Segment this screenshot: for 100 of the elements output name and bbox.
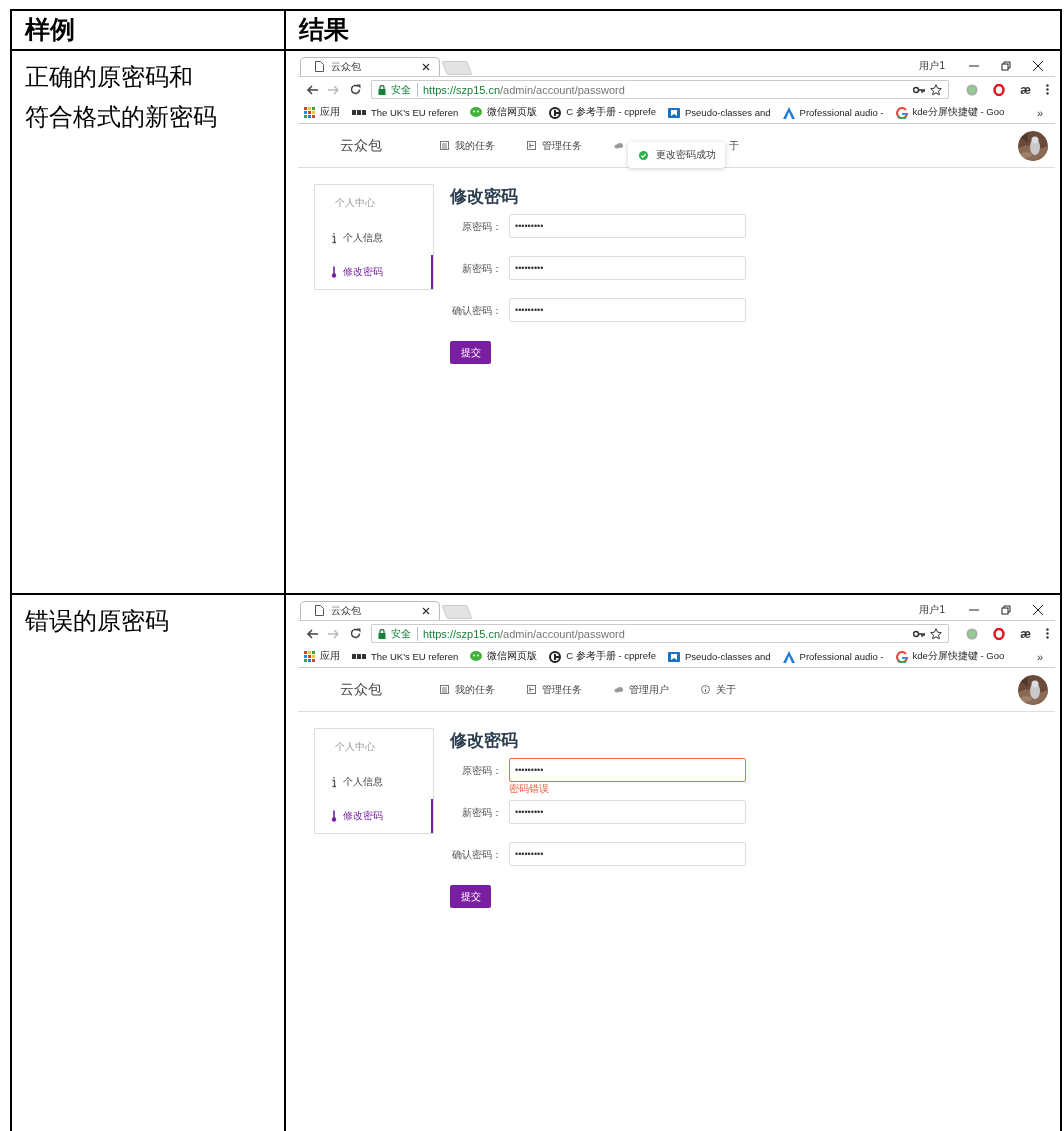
grid-icon[interactable] (527, 685, 536, 694)
bookmark-item[interactable]: C 参考手册 - cpprefe (549, 650, 656, 663)
site-logo[interactable]: 云众包 (340, 680, 440, 699)
sidebar-item[interactable]: 个人信息 (315, 221, 433, 255)
password-field[interactable]: ••••••••• (509, 214, 746, 238)
bookmark-item[interactable]: 应用 (304, 106, 340, 119)
bookmark-item[interactable]: The UK's EU referen (352, 651, 459, 662)
password-field[interactable]: ••••••••• (509, 800, 746, 824)
ring-o-icon[interactable] (993, 627, 1006, 640)
address-bar[interactable]: 安全 https://szp15.cn/admin/account/password (371, 80, 950, 99)
blocks-icon (352, 108, 366, 117)
grid-icon[interactable] (527, 141, 536, 150)
profile-name[interactable]: 用户1 (919, 59, 945, 73)
star-icon[interactable] (930, 83, 943, 96)
bookmark-item[interactable]: 微信网页版 (470, 650, 538, 663)
case-text: 正确的原密码和 符合格式的新密码 (24, 63, 218, 132)
form-title: 修改密码 (450, 186, 519, 208)
reload-icon[interactable] (350, 628, 361, 639)
address-bar[interactable]: 安全 https://szp15.cn/admin/account/password (371, 624, 950, 643)
cloud-icon[interactable] (614, 685, 623, 694)
bookmark-item[interactable]: kde分屏快捷键 - Goo (895, 650, 1005, 663)
cloud-icon[interactable] (614, 141, 623, 150)
ring-g-icon (895, 650, 908, 663)
error-message: 密码错误 (509, 783, 550, 795)
nav-link[interactable]: 于 (729, 138, 739, 153)
browser-tab[interactable]: 云众包 (300, 600, 440, 620)
password-field[interactable]: ••••••••• (509, 256, 746, 280)
close-icon[interactable] (1033, 605, 1043, 615)
bookmark-item[interactable]: Professional audio - (782, 106, 884, 119)
sidebar-item[interactable]: 修改密码 (315, 799, 433, 833)
back-arrow-icon[interactable] (306, 628, 318, 639)
list-icon[interactable] (440, 685, 449, 694)
security-label: 安全 (391, 626, 418, 641)
bookmark-item[interactable]: 微信网页版 (470, 106, 538, 119)
bookmark-item[interactable]: Pseudo-classes and (668, 106, 771, 119)
back-arrow-icon[interactable] (306, 84, 318, 95)
more-menu-icon[interactable] (1046, 84, 1049, 95)
nav-link[interactable]: 我的任务 (455, 682, 495, 697)
close-icon[interactable] (422, 606, 430, 615)
field-label: 确认密码： (451, 304, 502, 318)
page-icon (315, 605, 324, 616)
password-field[interactable]: ••••••••• (509, 842, 746, 866)
nav-link[interactable]: 管理任务 (542, 682, 582, 697)
book-icon (668, 106, 680, 119)
extension-button[interactable]: æ (1020, 82, 1031, 97)
bookmark-item[interactable]: The UK's EU referen (352, 107, 459, 118)
info-icon[interactable] (701, 685, 710, 694)
password-field[interactable]: ••••••••• (509, 758, 746, 782)
url-text: https://szp15.cn/admin/account/password (423, 83, 625, 96)
key-icon[interactable] (913, 85, 926, 94)
nav-link[interactable]: 我的任务 (455, 138, 495, 153)
form-title: 修改密码 (450, 730, 519, 752)
restore-icon[interactable] (1001, 61, 1011, 71)
bookmark-item[interactable]: Pseudo-classes and (668, 650, 771, 663)
field-label: 原密码： (461, 764, 502, 778)
tab-title: 云众包 (331, 603, 362, 618)
peak-icon (782, 650, 795, 663)
info-icon (331, 232, 337, 244)
extension-button[interactable]: æ (1020, 626, 1031, 641)
apps-grid-icon (304, 651, 315, 662)
bookmark-item[interactable]: Professional audio - (782, 650, 884, 663)
sidebar-item[interactable]: 个人信息 (315, 765, 433, 799)
restore-icon[interactable] (1001, 605, 1011, 615)
nav-link[interactable]: 关于 (716, 682, 736, 697)
submit-button[interactable]: 提交 (450, 885, 491, 908)
site-logo[interactable]: 云众包 (340, 136, 440, 155)
field-label: 原密码： (461, 220, 502, 234)
circle-c-icon (549, 650, 562, 663)
sidebar-item[interactable]: 修改密码 (315, 255, 433, 289)
blocks-icon (352, 652, 366, 661)
submit-button[interactable]: 提交 (450, 341, 491, 364)
browser-tab[interactable]: 云众包 (300, 56, 440, 76)
more-menu-icon[interactable] (1046, 628, 1049, 639)
chat-bubble-icon (470, 651, 483, 662)
circle-c-icon (549, 106, 562, 119)
thermometer-icon (331, 810, 337, 822)
close-icon[interactable] (422, 62, 430, 71)
check-circle-icon (639, 150, 648, 160)
more-bookmarks-button[interactable]: » (1036, 106, 1043, 119)
reload-icon[interactable] (350, 84, 361, 95)
bookmark-item[interactable]: 应用 (304, 650, 340, 663)
apps-grid-icon (304, 107, 315, 118)
bookmark-item[interactable]: C 参考手册 - cpprefe (549, 106, 656, 119)
star-icon[interactable] (930, 627, 943, 640)
password-field[interactable]: ••••••••• (509, 298, 746, 322)
field-label: 新密码： (461, 262, 502, 276)
peak-icon (782, 106, 795, 119)
bookmark-item[interactable]: kde分屏快捷键 - Goo (895, 106, 1005, 119)
column-header: 结果 (297, 15, 349, 45)
list-icon[interactable] (440, 141, 449, 150)
ring-g-icon (895, 106, 908, 119)
key-icon[interactable] (913, 629, 926, 638)
nav-link[interactable]: 管理任务 (542, 138, 582, 153)
nav-link[interactable]: 管理用户 (629, 682, 669, 697)
profile-name[interactable]: 用户1 (919, 603, 945, 617)
close-icon[interactable] (1033, 61, 1043, 71)
column-header: 样例 (23, 15, 75, 45)
more-bookmarks-button[interactable]: » (1036, 650, 1043, 663)
book-icon (668, 650, 680, 663)
ring-o-icon[interactable] (993, 83, 1006, 96)
